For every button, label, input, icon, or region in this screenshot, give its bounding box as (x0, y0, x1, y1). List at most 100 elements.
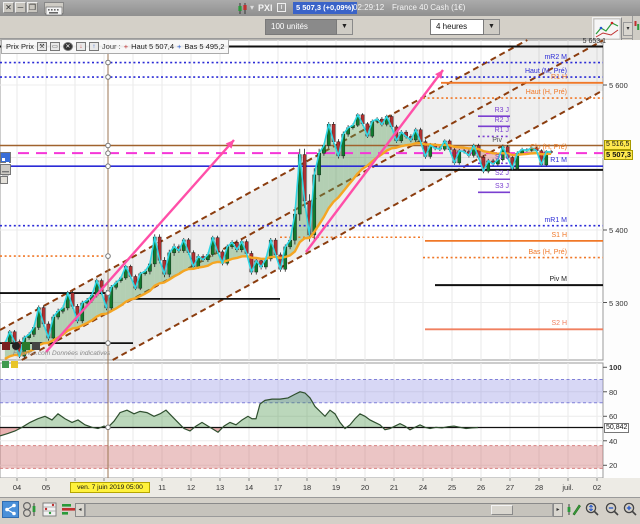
level-label-Piv M: Piv M (550, 276, 568, 284)
close-icon[interactable]: ✕ (3, 2, 14, 13)
oscillator-legend-green-icon (2, 361, 9, 368)
high-marker-icon: + (124, 42, 128, 51)
oscillator-tick-label: 100 (609, 363, 622, 372)
oscillator-tick-label: 80 (609, 388, 617, 397)
timeframe-select[interactable]: 4 heures ▼ (430, 19, 500, 35)
left-tool-blue-icon[interactable] (0, 152, 11, 163)
x-tick-label: 12 (178, 483, 204, 492)
level-label-R2 J: R2 J (495, 117, 509, 125)
oscillator-fill (260, 400, 265, 427)
cursor-marker (106, 291, 111, 296)
units-value: 100 unités (265, 19, 337, 35)
watermark: Finance.com Données indicatives (13, 350, 110, 357)
left-tool-collapse-icon[interactable] (0, 176, 8, 184)
chart-toolbar: 100 unités ▼ 4 heures ▼ ▾ (0, 16, 640, 39)
price-line-badge: 5 516,5 (604, 140, 631, 150)
day-low-label: Bas 5 495,2 (184, 42, 224, 51)
level-label-S2 H: S2 H (551, 320, 567, 328)
linked-quotes-button[interactable] (21, 501, 38, 518)
info-icon[interactable]: i (277, 3, 286, 12)
draw-tool-icon[interactable] (565, 501, 582, 518)
level-label-S2 J: S2 J (495, 170, 509, 178)
chevron-down-icon[interactable]: ▾ (250, 3, 254, 12)
x-tick-label: 11 (149, 483, 175, 492)
quote-badge: 5 507,3 (+0,09%) (293, 2, 357, 14)
zoom-fit-icon[interactable] (583, 501, 600, 518)
symbol-label: PXI (258, 3, 273, 13)
chart-canvas[interactable] (0, 38, 640, 497)
timeframe-value: 4 heures (430, 19, 484, 35)
level-label-Bas (H, Pré): Bas (H, Pré) (528, 249, 567, 257)
bottom-toolbar: ◂ ▸ (0, 497, 640, 523)
logo-dot-icon (12, 342, 20, 350)
x-tick-label: 17 (265, 483, 291, 492)
x-tick-label: 28 (526, 483, 552, 492)
oscillator-fill (265, 399, 272, 427)
price-tick-label: 5 400 (609, 226, 628, 235)
wrench-icon[interactable]: ⚒ (37, 42, 47, 51)
x-tick-label: 26 (468, 483, 494, 492)
level-label-mR1 M: mR1 M (544, 217, 567, 225)
oscillator-fill (280, 398, 288, 428)
cursor-marker (106, 60, 111, 65)
oscillator-fill (295, 392, 300, 428)
price-tick-label: 5 300 (609, 299, 628, 308)
oscillator-fill (300, 392, 305, 428)
cursor-marker (106, 164, 111, 169)
level-label-S1 J: S1 J (495, 154, 509, 162)
scrollbar-thumb[interactable] (491, 505, 513, 515)
cursor-marker (106, 425, 111, 430)
price-series-label: Prix Prix (6, 42, 34, 51)
logo-red-icon (2, 342, 10, 350)
cursor-marker (106, 75, 111, 80)
price-indicator-toolbar: Prix Prix ⚒ ▭ ✕ ↓ ↑ Jour : + Haut 5 507,… (1, 39, 229, 54)
x-tick-label: 13 (207, 483, 233, 492)
share-button[interactable] (2, 501, 19, 518)
scroll-left-icon[interactable]: ◂ (75, 503, 85, 517)
maximize-icon[interactable]: ❒ (27, 2, 38, 13)
oscillator-tick-label: 60 (609, 412, 617, 421)
chevron-down-icon[interactable]: ▼ (484, 19, 500, 35)
x-tick-label: 27 (497, 483, 523, 492)
horizontal-scrollbar[interactable] (85, 503, 553, 517)
x-tick-label: 21 (381, 483, 407, 492)
x-tick-label: 02 (584, 483, 610, 492)
level-label-Clo (H, Pré): Clo (H, Pré) (530, 144, 567, 152)
keyboard-icon[interactable] (44, 2, 64, 14)
instrument-label: France 40 Cash (1€) (392, 3, 465, 12)
level-label-R1 M: R1 M (550, 157, 567, 165)
level-label-R1 H: R1 H (551, 74, 567, 82)
cursor-marker (106, 151, 111, 156)
window-icon[interactable]: ▭ (50, 42, 60, 51)
x-tick-label: juil. (555, 483, 581, 492)
oscillator-legend-yellow-icon (11, 361, 18, 368)
oscillator-tick-label: 40 (609, 437, 617, 446)
oscillator-fill (140, 411, 147, 427)
screener-button[interactable] (41, 501, 58, 518)
level-label-Haut (H, Pré): Haut (H, Pré) (526, 89, 567, 97)
x-tick-label: 18 (294, 483, 320, 492)
oscillator-fill (272, 399, 280, 427)
left-tool-gray-icon[interactable] (0, 164, 11, 175)
oversold-band (0, 446, 603, 469)
minimize-icon[interactable]: ─ (15, 2, 26, 13)
close-icon[interactable]: ✕ (63, 42, 73, 51)
chevron-down-icon[interactable]: ▼ (337, 19, 353, 35)
arrow-up-icon[interactable]: ↑ (89, 42, 99, 51)
x-tick-label: 25 (439, 483, 465, 492)
zoom-out-icon[interactable] (603, 501, 620, 518)
x-tick-label: 04 (4, 483, 30, 492)
oscillator-tick-label: 20 (609, 461, 617, 470)
oscillator-fill (305, 393, 310, 427)
x-tick-label: 20 (352, 483, 378, 492)
arrow-down-icon[interactable]: ↓ (76, 42, 86, 51)
zoom-in-icon[interactable] (621, 501, 638, 518)
x-tick-label: 14 (236, 483, 262, 492)
level-label-5 653,1: 5 653,1 (583, 38, 606, 46)
candlestick-icon (237, 3, 248, 14)
level-label-mR2 M: mR2 M (544, 54, 567, 62)
units-select[interactable]: 100 unités ▼ (265, 19, 353, 35)
level-label-S3 J: S3 J (495, 183, 509, 191)
cursor-marker (106, 341, 111, 346)
scroll-right-icon[interactable]: ▸ (553, 503, 563, 517)
